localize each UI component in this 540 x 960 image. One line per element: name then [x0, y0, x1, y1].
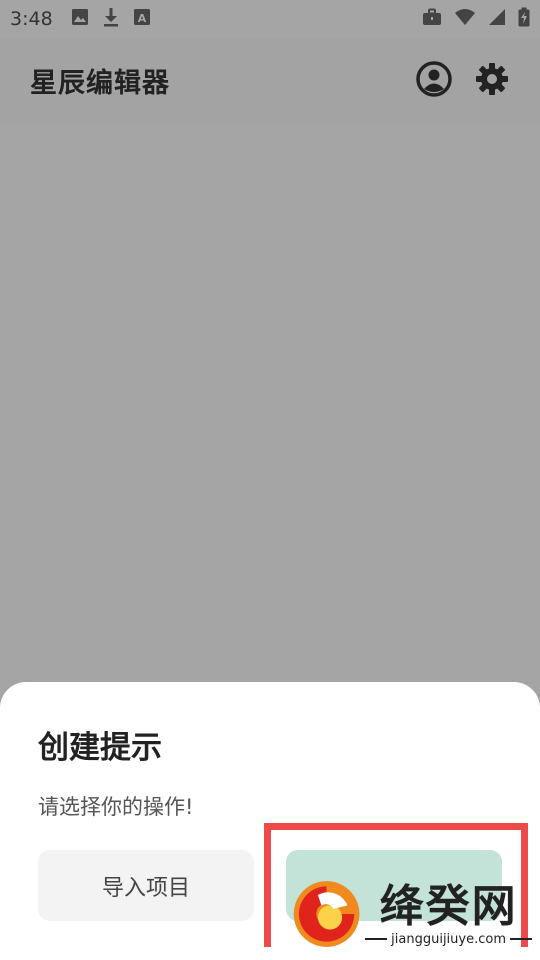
- watermark-text: 绛癸网 jiangguijiuye.com: [365, 880, 532, 947]
- app-bar-actions: [416, 60, 510, 101]
- content-area: [0, 123, 540, 683]
- svg-text:A: A: [137, 12, 146, 25]
- status-left-icons: A: [71, 7, 151, 31]
- status-time: 3:48: [10, 8, 53, 30]
- font-icon: A: [133, 8, 151, 30]
- watermark-en-row: jiangguijiuye.com: [365, 932, 532, 947]
- app-bar: 星辰编辑器: [0, 38, 540, 123]
- briefcase-icon: [422, 8, 442, 30]
- dialog-title: 创建提示: [38, 730, 162, 766]
- status-bar: 3:48 A: [0, 0, 540, 38]
- download-icon: [103, 7, 119, 31]
- watermark-divider: [365, 938, 388, 940]
- image-icon: [71, 8, 89, 30]
- battery-icon: [518, 7, 530, 31]
- watermark-logo-icon: [293, 881, 360, 947]
- watermark: 绛癸网 jiangguijiuye.com: [292, 872, 532, 956]
- watermark-en: jiangguijiuye.com: [391, 931, 506, 947]
- watermark-divider: [510, 938, 532, 940]
- watermark-cn: 绛癸网: [379, 880, 518, 932]
- app-title: 星辰编辑器: [30, 68, 170, 99]
- account-icon[interactable]: [416, 60, 452, 101]
- dialog-message: 请选择你的操作!: [38, 795, 194, 819]
- wifi-icon: [454, 8, 476, 30]
- status-right-icons: [422, 7, 530, 31]
- settings-icon[interactable]: [474, 61, 510, 101]
- signal-icon: [488, 8, 506, 30]
- import-project-button[interactable]: 导入项目: [38, 850, 254, 921]
